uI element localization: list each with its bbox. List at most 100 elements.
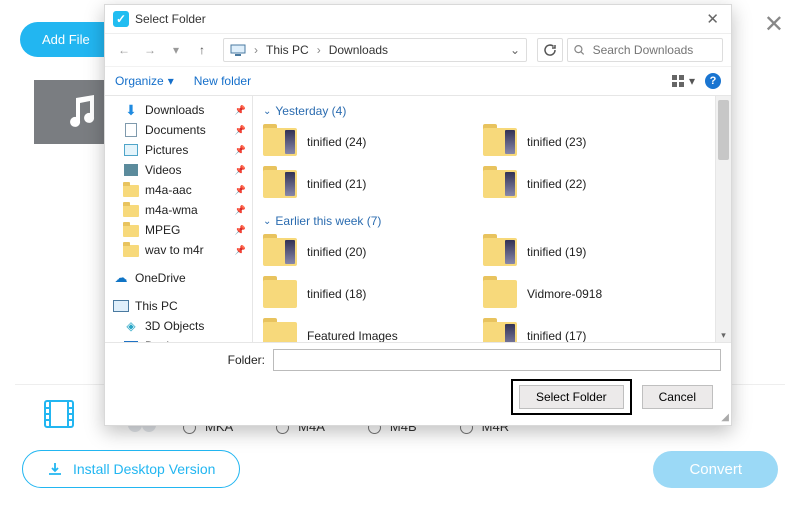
tree-item-downloads[interactable]: ⬇Downloads: [105, 100, 252, 120]
folder-item[interactable]: Featured Images: [263, 318, 463, 342]
tree-item-pictures[interactable]: Pictures: [105, 140, 252, 160]
view-menu[interactable]: ▾: [671, 74, 695, 88]
scrollbar[interactable]: ▴ ▾: [715, 96, 731, 342]
chevron-down-icon: ▾: [689, 74, 695, 88]
dialog-toolbar: Organize▾ New folder ▾ ?: [105, 66, 731, 96]
folder-icon: [123, 182, 139, 198]
dialog-title: Select Folder: [135, 12, 206, 26]
scrollbar-thumb[interactable]: [718, 100, 729, 160]
folder-icon: [483, 280, 517, 308]
tree-item-m4a-aac[interactable]: m4a-aac: [105, 180, 252, 200]
folder-item-label: Vidmore-0918: [527, 287, 602, 301]
resize-grip-icon[interactable]: ◢: [721, 412, 729, 423]
tree-item-videos[interactable]: Videos: [105, 160, 252, 180]
organize-menu[interactable]: Organize▾: [115, 74, 174, 88]
select-folder-highlight: Select Folder: [511, 379, 632, 415]
select-folder-button[interactable]: Select Folder: [519, 385, 624, 409]
folder-item-label: Featured Images: [307, 329, 398, 342]
nav-up-button[interactable]: ↑: [191, 39, 213, 61]
folder-icon: [263, 322, 297, 342]
folder-item-label: tinified (22): [527, 177, 586, 191]
folder-item-label: tinified (20): [307, 245, 366, 259]
folder-item[interactable]: tinified (17): [483, 318, 683, 342]
address-dropdown-icon[interactable]: ⌄: [510, 43, 520, 57]
dialog-titlebar: ✓ Select Folder ✕: [105, 5, 731, 34]
folder-item-label: tinified (19): [527, 245, 586, 259]
folder-item-label: tinified (17): [527, 329, 586, 342]
group-label: Earlier this week (7): [275, 214, 381, 228]
onedrive-icon: ☁: [113, 270, 129, 286]
new-folder-button[interactable]: New folder: [194, 74, 251, 88]
folder-icon: [263, 238, 297, 266]
select-folder-dialog: ✓ Select Folder ✕ ← → ▾ ↑ › This PC › Do…: [104, 4, 732, 426]
install-desktop-label: Install Desktop Version: [73, 461, 215, 477]
dialog-nav: ← → ▾ ↑ › This PC › Downloads ⌄: [105, 34, 731, 66]
breadcrumb-this-pc[interactable]: This PC: [266, 43, 309, 57]
tree-this-pc[interactable]: This PC: [105, 296, 252, 316]
breadcrumb-downloads[interactable]: Downloads: [329, 43, 388, 57]
folder-item[interactable]: tinified (21): [263, 166, 463, 202]
tree-onedrive[interactable]: ☁ OneDrive: [105, 268, 252, 288]
folder-icon: [123, 242, 139, 258]
folder-icon: [483, 170, 517, 198]
tree-item-label: Documents: [145, 123, 206, 137]
tree-item-label: m4a-aac: [145, 183, 192, 197]
tree-item-label: Videos: [145, 163, 181, 177]
group-label: Yesterday (4): [275, 104, 346, 118]
download-icon: [47, 461, 63, 477]
folder-item-label: tinified (23): [527, 135, 586, 149]
folder-item[interactable]: tinified (24): [263, 124, 463, 160]
refresh-button[interactable]: [537, 38, 563, 62]
folder-content: ⌄ Yesterday (4) tinified (24) tinified (23)…: [253, 96, 731, 342]
chevron-down-icon: ⌄: [263, 216, 271, 227]
install-desktop-button[interactable]: Install Desktop Version: [22, 450, 240, 488]
folder-item[interactable]: tinified (23): [483, 124, 683, 160]
pc-icon: [113, 298, 129, 314]
nav-recent-button[interactable]: ▾: [165, 39, 187, 61]
music-note-icon: [62, 95, 102, 129]
tree-item-documents[interactable]: Documents: [105, 120, 252, 140]
nav-back-button[interactable]: ←: [113, 39, 135, 61]
folder-icon: [123, 222, 139, 238]
folder-item[interactable]: tinified (20): [263, 234, 463, 270]
tree-item-label: Pictures: [145, 143, 188, 157]
tree-item-3d-objects[interactable]: ◈3D Objects: [105, 316, 252, 336]
folder-icon: [483, 322, 517, 342]
scroll-down-icon[interactable]: ▾: [716, 328, 731, 342]
refresh-icon: [543, 43, 557, 57]
folder-icon: [263, 170, 297, 198]
folder-icon: [263, 280, 297, 308]
group-header[interactable]: ⌄ Earlier this week (7): [263, 210, 727, 234]
tree-item-wav-to-m4r[interactable]: wav to m4r: [105, 240, 252, 260]
folder-item[interactable]: tinified (19): [483, 234, 683, 270]
folder-icon: [483, 128, 517, 156]
search-input[interactable]: [591, 42, 716, 58]
tree-item-mpeg[interactable]: MPEG: [105, 220, 252, 240]
convert-button[interactable]: Convert: [653, 451, 778, 488]
video-format-icon: [44, 400, 74, 431]
group-header[interactable]: ⌄ Yesterday (4): [263, 100, 727, 124]
tree-item-label: 3D Objects: [145, 319, 204, 333]
nav-tree[interactable]: ⬇Downloads Documents Pictures Videos m4a-aac…: [105, 96, 253, 342]
tree-item-m4a-wma[interactable]: m4a-wma: [105, 200, 252, 220]
folder-icon: [123, 202, 139, 218]
folder-field[interactable]: [273, 349, 721, 371]
folder-item[interactable]: tinified (22): [483, 166, 683, 202]
folder-item-label: tinified (21): [307, 177, 366, 191]
view-options-icon: [671, 74, 685, 88]
add-file-button[interactable]: Add File: [20, 22, 112, 57]
address-bar[interactable]: › This PC › Downloads ⌄: [223, 38, 527, 62]
cancel-button[interactable]: Cancel: [642, 385, 713, 409]
nav-forward-button[interactable]: →: [139, 39, 161, 61]
folder-icon: [263, 128, 297, 156]
dialog-footer: Folder: Select Folder Cancel ◢: [105, 342, 731, 425]
folder-item[interactable]: tinified (18): [263, 276, 463, 312]
dialog-close-button[interactable]: ✕: [702, 10, 723, 28]
help-button[interactable]: ?: [705, 73, 721, 89]
folder-item[interactable]: Vidmore-0918: [483, 276, 683, 312]
chevron-down-icon: ⌄: [263, 106, 271, 117]
folder-icon: [483, 238, 517, 266]
app-close-icon[interactable]: ✕: [764, 10, 784, 39]
chevron-down-icon: ▾: [168, 74, 174, 88]
search-box[interactable]: [567, 38, 723, 62]
